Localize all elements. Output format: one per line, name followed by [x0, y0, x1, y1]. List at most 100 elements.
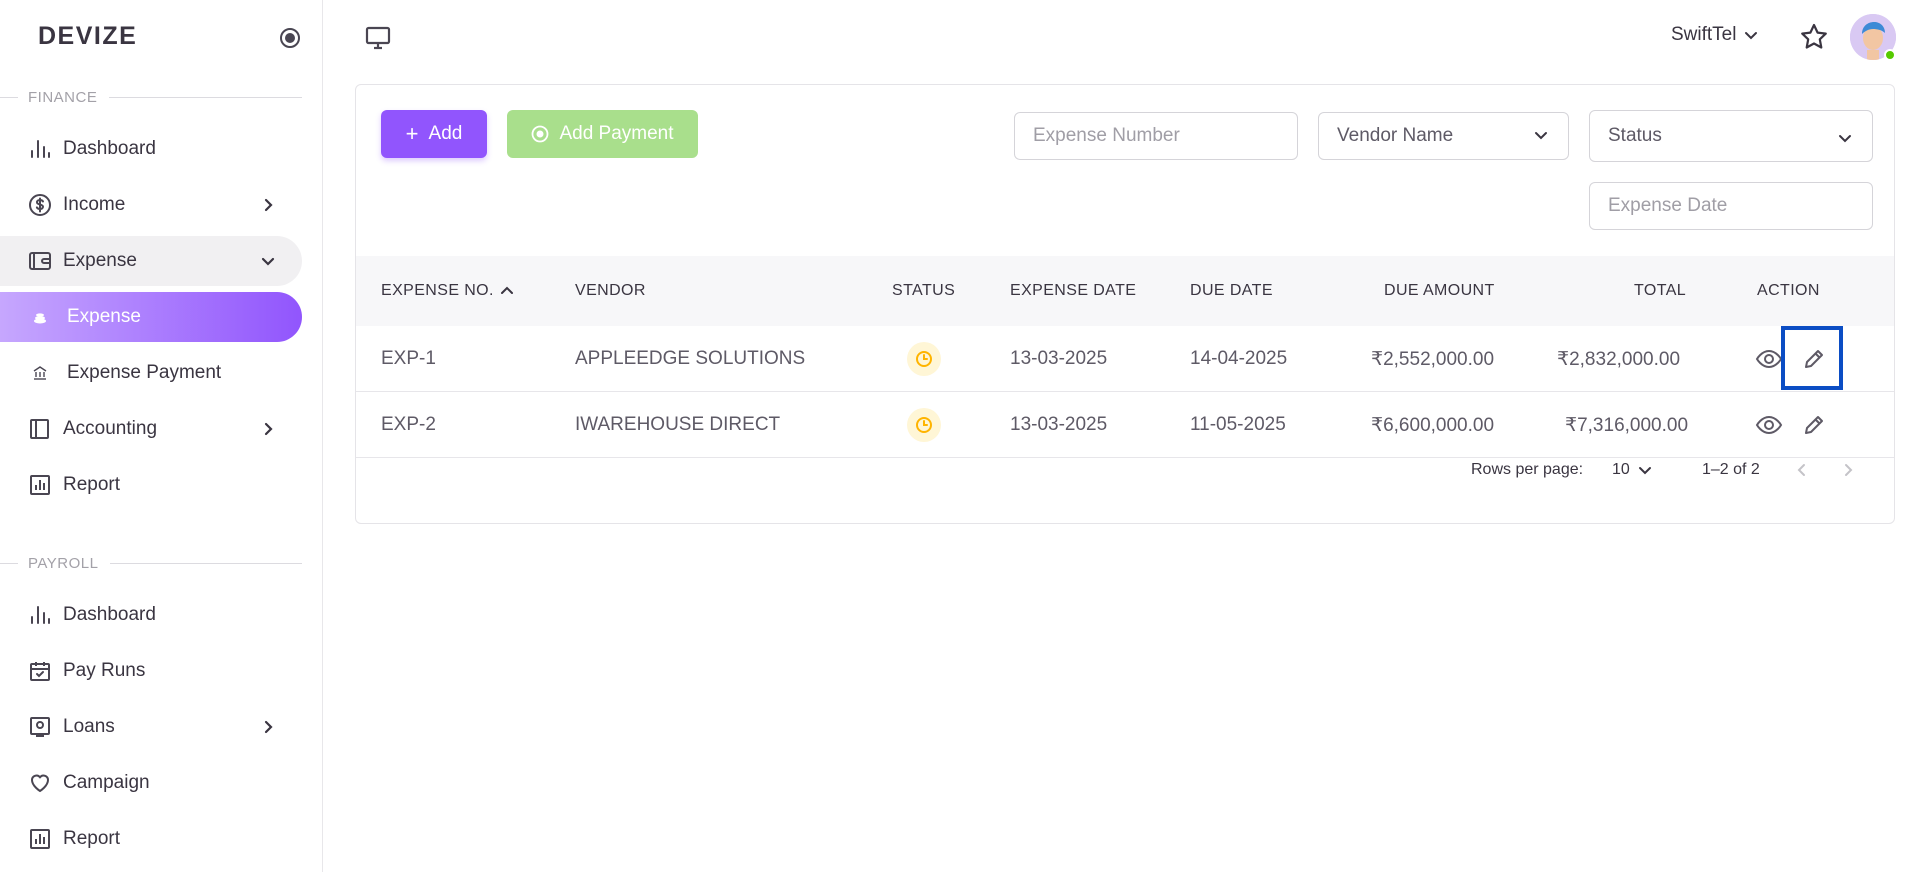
column-label: STATUS — [892, 282, 956, 299]
table-row: EXP-1 APPLEEDGE SOLUTIONS 13-03-2025 14-… — [356, 326, 1894, 392]
sidebar-item-payroll-report[interactable]: Report — [0, 814, 302, 864]
sidebar-item-label: Income — [63, 194, 126, 215]
sidebar-item-label: Report — [63, 474, 121, 495]
sidebar-item-label: Campaign — [63, 772, 150, 793]
chevron-down-icon — [1736, 26, 1760, 44]
chevron-down-icon — [258, 251, 278, 271]
plus-icon: + — [405, 121, 419, 146]
bar-chart-icon — [28, 137, 52, 161]
sidebar-item-report[interactable]: Report — [0, 460, 302, 510]
vendor-name-select[interactable]: Vendor Name — [1318, 112, 1569, 160]
sidebar-item-label: Dashboard — [63, 604, 156, 625]
pagination-range: 1–2 of 2 — [1702, 461, 1760, 478]
edit-pencil-icon[interactable] — [1799, 410, 1829, 440]
cell-expense-date: 13-03-2025 — [1010, 414, 1108, 435]
coins-icon — [32, 309, 48, 325]
sidebar-item-pay-runs[interactable]: Pay Runs — [0, 646, 302, 696]
company-selector[interactable]: SwiftTel — [1671, 24, 1760, 46]
monitor-icon[interactable] — [364, 24, 392, 52]
book-icon — [28, 417, 52, 441]
sidebar-toggle-icon[interactable] — [279, 27, 301, 49]
heart-icon — [28, 771, 52, 795]
vendor-name-value: Vendor Name — [1337, 125, 1454, 146]
status-select[interactable]: Status — [1589, 110, 1873, 162]
status-value: Status — [1608, 125, 1662, 146]
rows-per-page-select[interactable]: 10 — [1612, 455, 1652, 485]
report-icon — [28, 827, 52, 851]
view-eye-icon[interactable] — [1754, 410, 1784, 440]
wallet-icon — [28, 249, 52, 273]
table-row: EXP-2 IWAREHOUSE DIRECT 13-03-2025 11-05… — [356, 392, 1894, 458]
bank-icon — [32, 365, 48, 381]
cell-actions — [1754, 392, 1829, 458]
company-name: SwiftTel — [1671, 24, 1737, 45]
cell-due-date: 14-04-2025 — [1190, 348, 1288, 369]
expense-date-field[interactable] — [1589, 182, 1873, 230]
cell-due-amount: ₹6,600,000.00 — [1371, 414, 1495, 436]
column-due-date: DUE DATE — [1190, 256, 1273, 326]
sort-ascending-icon — [500, 284, 514, 298]
cell-expense-no: EXP-2 — [381, 414, 436, 435]
chevron-down-icon — [1836, 130, 1854, 148]
sidebar-subitem-expense[interactable]: Expense — [0, 292, 302, 342]
expense-date-input[interactable] — [1608, 195, 1854, 217]
sidebar-item-accounting[interactable]: Accounting — [0, 404, 302, 454]
brand-logo: DEVIZE — [38, 22, 138, 50]
column-label: EXPENSE DATE — [1010, 282, 1137, 299]
column-label: DUE DATE — [1190, 282, 1273, 299]
bar-chart-icon — [28, 603, 52, 627]
report-icon — [28, 473, 52, 497]
previous-page-button[interactable] — [1793, 455, 1811, 485]
expense-number-input[interactable] — [1033, 125, 1279, 147]
sidebar-item-payroll-dashboard[interactable]: Dashboard — [0, 590, 302, 640]
cell-status — [907, 392, 941, 458]
cell-vendor: APPLEEDGE SOLUTIONS — [575, 348, 806, 369]
column-label: DUE AMOUNT — [1384, 282, 1495, 299]
sidebar-item-label: Expense — [63, 250, 137, 271]
sidebar-item-label: Loans — [63, 716, 115, 737]
sidebar-item-dashboard[interactable]: Dashboard — [0, 124, 302, 174]
sidebar-item-label: Expense Payment — [67, 362, 222, 383]
column-status: STATUS — [892, 256, 955, 326]
section-label: PAYROLL — [28, 554, 99, 572]
column-label: VENDOR — [575, 282, 646, 299]
pending-clock-icon — [907, 342, 941, 376]
cell-expense-no: EXP-1 — [381, 348, 436, 369]
loan-icon — [28, 715, 52, 739]
calendar-check-icon — [28, 659, 52, 683]
column-expense-date: EXPENSE DATE — [1010, 256, 1136, 326]
star-icon[interactable] — [1799, 22, 1829, 52]
sidebar-item-label: Report — [63, 828, 121, 849]
next-page-button[interactable] — [1839, 455, 1857, 485]
section-finance: FINANCE — [0, 87, 302, 107]
sidebar-item-loans[interactable]: Loans — [0, 702, 302, 752]
add-payment-button[interactable]: Add Payment — [507, 110, 698, 158]
view-eye-icon[interactable] — [1754, 344, 1784, 374]
online-status-dot — [1884, 49, 1896, 61]
chevron-right-icon — [258, 717, 278, 737]
sidebar-item-label: Expense — [67, 306, 141, 327]
add-payment-label: Add Payment — [559, 123, 674, 144]
sidebar-item-label: Accounting — [63, 418, 158, 439]
rows-per-page-value: 10 — [1612, 461, 1630, 478]
cell-status — [907, 326, 941, 392]
section-payroll: PAYROLL — [0, 553, 302, 573]
sidebar-item-campaign[interactable]: Campaign — [0, 758, 302, 808]
column-action: ACTION — [1757, 256, 1820, 326]
chevron-down-icon — [1638, 463, 1652, 477]
column-expense-no[interactable]: EXPENSE NO. — [381, 256, 514, 326]
column-label: EXPENSE NO. — [381, 282, 494, 299]
table-header: EXPENSE NO. VENDOR STATUS EXPENSE DATE D… — [356, 256, 1894, 326]
add-button[interactable]: + Add — [381, 110, 487, 158]
chevron-left-icon — [1797, 464, 1805, 476]
sidebar-subitem-expense-payment[interactable]: Expense Payment — [0, 348, 302, 398]
expense-number-field[interactable] — [1014, 112, 1298, 160]
pending-clock-icon — [907, 408, 941, 442]
sidebar-item-expense[interactable]: Expense — [0, 236, 302, 286]
sidebar-item-income[interactable]: Income — [0, 180, 302, 230]
chevron-down-icon — [1532, 127, 1550, 145]
cell-due-date: 11-05-2025 — [1190, 414, 1286, 435]
cell-total: ₹2,832,000.00 — [1557, 348, 1681, 370]
column-label: TOTAL — [1634, 282, 1687, 299]
column-vendor: VENDOR — [575, 256, 646, 326]
